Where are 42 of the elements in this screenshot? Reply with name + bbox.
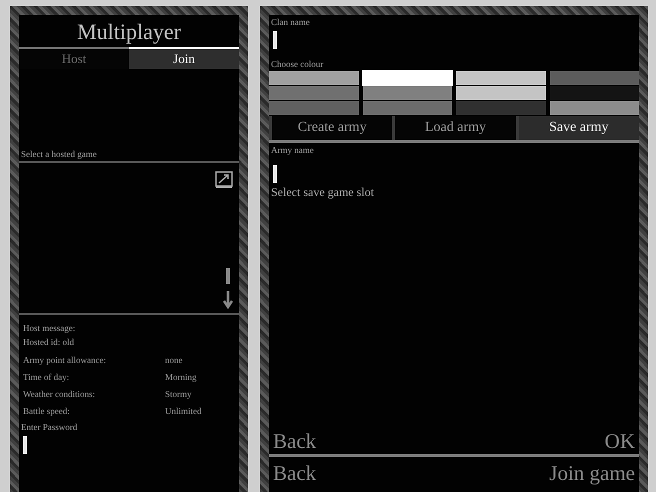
text-button[interactable]: OK <box>604 429 635 454</box>
clan-label: Clan name <box>270 16 311 29</box>
setting-label: Time of day: <box>23 372 70 382</box>
setting-label: Weather conditions: <box>23 389 96 399</box>
colour-swatch[interactable] <box>269 86 358 100</box>
setting-value: Unlimited <box>165 406 202 416</box>
password-label: Enter Password <box>20 421 78 434</box>
password-field[interactable] <box>23 436 27 454</box>
slot-label: Select save game slot <box>270 185 375 200</box>
list-label: Select a hosted game <box>20 148 98 161</box>
text-button[interactable]: Join game <box>549 461 635 486</box>
setting-value: Morning <box>165 372 198 382</box>
colour-swatch[interactable] <box>456 71 546 85</box>
colour-swatch[interactable] <box>269 101 358 115</box>
army-label: Army name <box>270 144 315 157</box>
info-text: Hosted id: old <box>22 336 75 349</box>
colour-swatch[interactable] <box>550 86 639 100</box>
expand-icon[interactable] <box>215 171 233 189</box>
army-name-field[interactable] <box>273 165 277 183</box>
colour-swatch[interactable] <box>362 101 452 115</box>
colour-swatch[interactable] <box>550 101 639 115</box>
arrow-down-icon[interactable] <box>223 291 233 309</box>
setting-label: Army point allowance: <box>23 355 107 365</box>
tab[interactable]: Join <box>129 47 239 69</box>
colour-swatch[interactable] <box>362 71 452 85</box>
text-button[interactable]: Back <box>273 461 316 486</box>
panel-title: Multiplayer <box>76 18 182 46</box>
setting-value: Stormy <box>165 389 193 399</box>
setting-label: Battle speed: <box>23 406 71 416</box>
scrollbar-thumb-icon[interactable] <box>226 268 230 284</box>
tab[interactable]: Save army <box>516 116 639 140</box>
colour-swatch[interactable] <box>362 86 452 100</box>
tab[interactable]: Create army <box>269 116 392 140</box>
colour-label: Choose colour <box>270 58 324 71</box>
colour-swatch[interactable] <box>456 101 546 115</box>
info-text: Host message: <box>22 322 76 335</box>
colour-swatch[interactable] <box>456 86 546 100</box>
clan-name-field[interactable] <box>273 31 277 49</box>
colour-swatch[interactable] <box>269 71 358 85</box>
colour-swatch[interactable] <box>550 71 639 85</box>
text-button[interactable]: Back <box>273 429 316 454</box>
setting-value: none <box>165 355 184 365</box>
